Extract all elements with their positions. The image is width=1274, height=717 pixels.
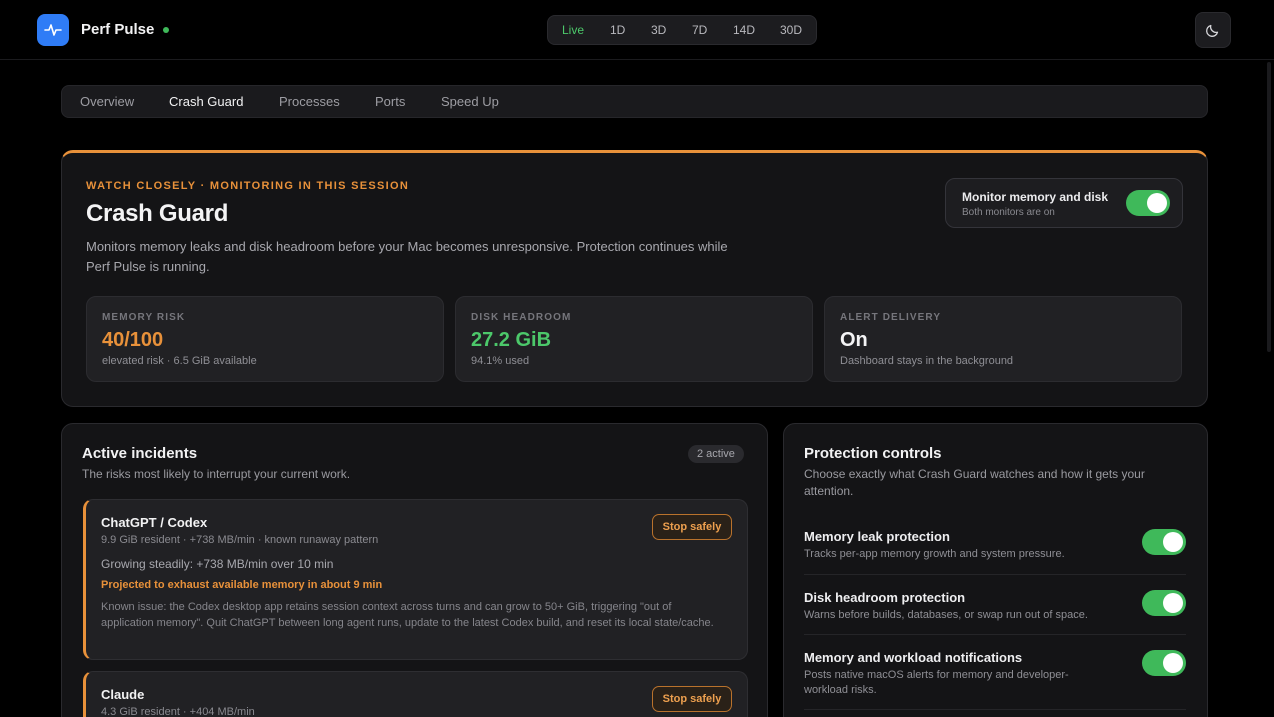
range-30d[interactable]: 30D — [780, 23, 802, 37]
page-title: Crash Guard — [86, 200, 229, 227]
stop-safely-button[interactable]: Stop safely — [652, 514, 732, 540]
app-title: Perf Pulse — [81, 21, 155, 38]
control-desc: Posts native macOS alerts for memory and… — [804, 669, 1069, 696]
page-description: Monitors memory leaks and disk headroom … — [86, 239, 728, 274]
tab-ports[interactable]: Ports — [375, 94, 405, 109]
crash-guard-hero: WATCH CLOSELY · MONITORING IN THIS SESSI… — [61, 150, 1208, 407]
range-live[interactable]: Live — [562, 23, 584, 37]
incident-name: ChatGPT / Codex — [101, 515, 208, 530]
incident-card: Claude 4.3 GiB resident · +404 MB/min St… — [83, 671, 748, 717]
page-scrollbar[interactable] — [1267, 62, 1271, 352]
protection-controls-panel: Protection controls Choose exactly what … — [783, 423, 1208, 717]
moon-icon — [1206, 24, 1219, 37]
notifications-toggle[interactable] — [1142, 650, 1186, 676]
stat-label: ALERT DELIVERY — [840, 312, 942, 323]
live-status-dot — [163, 27, 169, 33]
stat-sub: Dashboard stays in the background — [840, 355, 1014, 367]
top-bar: Perf Pulse Live 1D 3D 7D 14D 30D — [0, 0, 1274, 60]
control-memory-leak: Memory leak protection Tracks per-app me… — [804, 529, 1186, 575]
range-7d[interactable]: 7D — [692, 23, 707, 37]
incident-note: Known issue: the Codex desktop app retai… — [101, 601, 714, 629]
control-notifications: Memory and workload notifications Posts … — [804, 650, 1186, 710]
tab-processes[interactable]: Processes — [279, 94, 340, 109]
tab-speed-up[interactable]: Speed Up — [441, 94, 499, 109]
incident-name: Claude — [101, 687, 145, 702]
stat-sub: elevated risk · 6.5 GiB available — [102, 355, 257, 367]
theme-toggle-button[interactable] — [1195, 12, 1231, 48]
stat-disk-headroom: DISK HEADROOM 27.2 GiB 94.1% used — [455, 296, 813, 382]
pulse-icon — [37, 14, 69, 46]
stat-alert-delivery: ALERT DELIVERY On Dashboard stays in the… — [824, 296, 1182, 382]
time-range-selector: Live 1D 3D 7D 14D 30D — [547, 15, 817, 45]
stat-value: On — [840, 329, 868, 351]
range-14d[interactable]: 14D — [733, 23, 755, 37]
stat-value: 40/100 — [102, 329, 164, 351]
control-desc: Warns before builds, databases, or swap … — [804, 609, 1088, 621]
stat-label: MEMORY RISK — [102, 312, 186, 323]
tab-overview[interactable]: Overview — [80, 94, 134, 109]
stat-sub: 94.1% used — [471, 355, 530, 367]
incidents-subtitle: The risks most likely to interrupt your … — [82, 467, 351, 481]
incident-meta: 9.9 GiB resident · +738 MB/min · known r… — [101, 534, 379, 546]
control-title: Memory leak protection — [804, 529, 950, 544]
controls-title: Protection controls — [804, 445, 942, 462]
monitor-master-switch: Monitor memory and disk Both monitors ar… — [945, 178, 1183, 228]
stat-memory-risk: MEMORY RISK 40/100 elevated risk · 6.5 G… — [86, 296, 444, 382]
status-eyebrow: WATCH CLOSELY · MONITORING IN THIS SESSI… — [86, 180, 410, 192]
incident-growth: Growing steadily: +738 MB/min over 10 mi… — [101, 557, 334, 571]
incidents-title: Active incidents — [82, 445, 198, 462]
range-1d[interactable]: 1D — [610, 23, 625, 37]
stat-value: 27.2 GiB — [471, 329, 552, 351]
monitor-label: Monitor memory and disk — [962, 190, 1109, 204]
stop-safely-button[interactable]: Stop safely — [652, 686, 732, 712]
incident-meta: 4.3 GiB resident · +404 MB/min — [101, 706, 255, 717]
active-incidents-panel: Active incidents The risks most likely t… — [61, 423, 768, 717]
control-desc: Tracks per-app memory growth and system … — [804, 548, 1065, 560]
main-tabs: Overview Crash Guard Processes Ports Spe… — [61, 85, 1208, 118]
stat-label: DISK HEADROOM — [471, 312, 572, 323]
monitor-toggle[interactable] — [1126, 190, 1170, 216]
active-count-badge: 2 active — [688, 445, 744, 463]
incident-card: ChatGPT / Codex 9.9 GiB resident · +738 … — [83, 499, 748, 660]
control-title: Disk headroom protection — [804, 590, 966, 605]
incident-projection: Projected to exhaust available memory in… — [101, 579, 383, 591]
memory-leak-toggle[interactable] — [1142, 529, 1186, 555]
tab-crash-guard[interactable]: Crash Guard — [169, 94, 243, 109]
range-3d[interactable]: 3D — [651, 23, 666, 37]
monitor-sub: Both monitors are on — [962, 207, 1055, 218]
control-title: Memory and workload notifications — [804, 650, 1023, 665]
disk-headroom-toggle[interactable] — [1142, 590, 1186, 616]
control-disk-headroom: Disk headroom protection Warns before bu… — [804, 590, 1186, 635]
controls-subtitle: Choose exactly what Crash Guard watches … — [804, 467, 1145, 498]
